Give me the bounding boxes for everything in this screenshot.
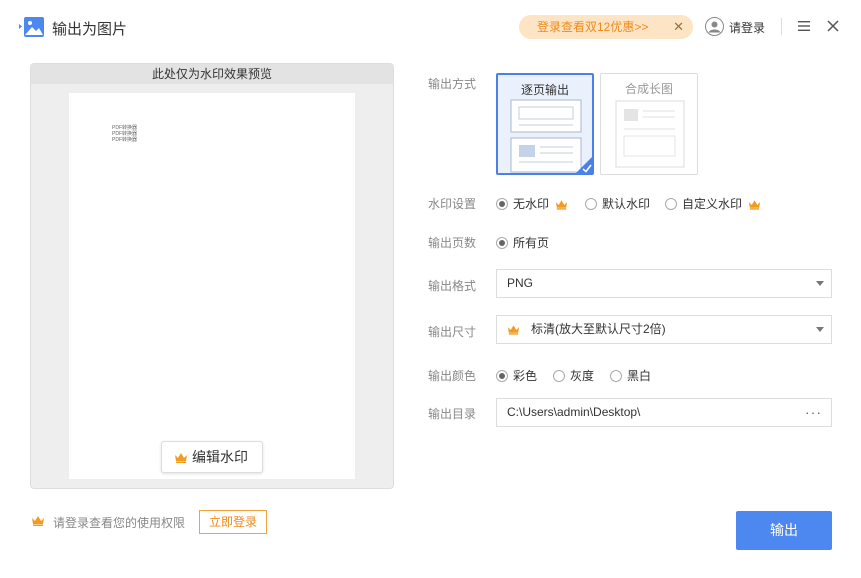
output-mode-label: 输出方式 <box>428 77 477 91</box>
edit-watermark-button[interactable]: 编辑水印 <box>161 441 263 473</box>
crown-icon <box>507 325 520 335</box>
crown-icon <box>555 200 568 210</box>
radio-label: 自定义水印 <box>682 197 743 211</box>
page-text: PDF转换器 PDF转换器 PDF转换器 <box>112 125 137 143</box>
watermark-preview: 此处仅为水印效果预览 PDF转换器 PDF转换器 PDF转换器 <box>30 63 394 489</box>
chevron-down-icon <box>816 281 824 286</box>
radio-label: 灰度 <box>570 369 595 383</box>
promo-close-icon[interactable]: ✕ <box>673 15 684 39</box>
radio-no-watermark[interactable]: 无水印 <box>496 195 568 212</box>
pages-label: 输出页数 <box>428 236 477 250</box>
crown-icon <box>32 516 44 526</box>
radio-dot[interactable] <box>553 370 565 382</box>
check-icon <box>575 156 593 174</box>
option-long-image[interactable]: 合成长图 <box>600 73 698 175</box>
directory-input[interactable]: C:\Users\admin\Desktop\ ··· <box>496 398 832 427</box>
crown-icon <box>175 453 187 463</box>
radio-color[interactable]: 彩色 <box>496 367 537 384</box>
export-button[interactable]: 输出 <box>736 511 832 550</box>
login-hint: 请登录查看您的使用权限 <box>53 516 186 530</box>
option-long-image-label: 合成长图 <box>624 82 673 96</box>
radio-label: 黑白 <box>627 369 652 383</box>
radio-label: 所有页 <box>513 236 550 250</box>
radio-grayscale[interactable]: 灰度 <box>553 367 594 384</box>
size-select[interactable]: 标清(放大至默认尺寸2倍) <box>496 315 832 344</box>
format-value: PNG <box>507 276 534 290</box>
option-per-page-label: 逐页输出 <box>520 83 569 97</box>
radio-label: 无水印 <box>513 197 550 211</box>
directory-value: C:\Users\admin\Desktop\ <box>507 405 641 419</box>
format-label: 输出格式 <box>428 279 477 293</box>
login-link[interactable]: 请登录 <box>729 19 765 36</box>
option-per-page[interactable]: 逐页输出 <box>496 73 594 175</box>
radio-dot[interactable] <box>496 237 508 249</box>
radio-dot[interactable] <box>496 370 508 382</box>
promo-text[interactable]: 登录查看双12优惠>> <box>537 20 648 34</box>
window-title: 输出为图片 <box>52 21 128 38</box>
image-icon <box>19 17 44 37</box>
radio-label: 默认水印 <box>602 197 651 211</box>
close-icon[interactable] <box>826 19 840 33</box>
format-select[interactable]: PNG <box>496 269 832 298</box>
watermark-label: 水印设置 <box>428 197 477 211</box>
color-label: 输出颜色 <box>428 369 477 383</box>
edit-watermark-label[interactable]: 编辑水印 <box>192 449 248 465</box>
directory-label: 输出目录 <box>428 407 477 421</box>
radio-dot[interactable] <box>610 370 622 382</box>
title-divider <box>781 18 782 35</box>
size-value: 标清(放大至默认尺寸2倍) <box>531 322 666 336</box>
long-image-illustration <box>615 100 685 168</box>
radio-all-pages[interactable]: 所有页 <box>496 234 549 251</box>
crown-icon <box>748 200 761 210</box>
chevron-down-icon <box>816 327 824 332</box>
login-now-button[interactable]: 立即登录 <box>199 510 267 534</box>
radio-custom-watermark[interactable]: 自定义水印 <box>665 195 761 212</box>
preview-page: PDF转换器 PDF转换器 PDF转换器 <box>69 93 355 479</box>
more-icon[interactable]: ··· <box>805 399 822 426</box>
preview-header: 此处仅为水印效果预览 <box>31 64 393 84</box>
radio-dot[interactable] <box>665 198 677 210</box>
menu-icon[interactable] <box>797 19 811 33</box>
promo-banner[interactable]: 登录查看双12优惠>> ✕ <box>519 15 693 39</box>
radio-dot[interactable] <box>496 198 508 210</box>
size-label: 输出尺寸 <box>428 325 477 339</box>
per-page-illustration <box>510 99 582 173</box>
radio-default-watermark[interactable]: 默认水印 <box>585 195 650 212</box>
title-bar: 输出为图片 登录查看双12优惠>> ✕ 请登录 <box>0 0 861 54</box>
radio-dot[interactable] <box>585 198 597 210</box>
radio-black-white[interactable]: 黑白 <box>610 367 651 384</box>
radio-label: 彩色 <box>513 369 538 383</box>
avatar-icon[interactable] <box>705 17 724 36</box>
page-text-line: PDF转换器 <box>112 137 138 143</box>
